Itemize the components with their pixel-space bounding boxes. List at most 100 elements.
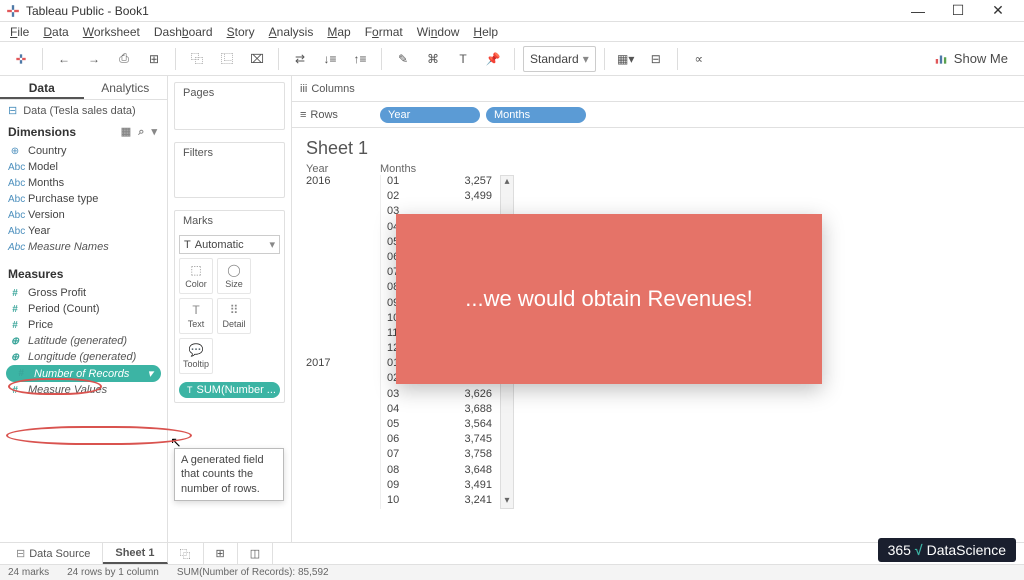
undo-button[interactable]: ←	[51, 46, 77, 72]
field-year[interactable]: AbcYear	[0, 223, 167, 239]
save-button[interactable]: ⎙	[111, 46, 137, 72]
mark-text-button[interactable]: TText	[179, 298, 213, 334]
field-type-icon: #	[8, 320, 22, 331]
table-row	[306, 236, 380, 251]
cards-button[interactable]: ⊟	[643, 46, 669, 72]
tableau-logo-button[interactable]	[8, 46, 34, 72]
table-row: 3,688	[438, 403, 498, 418]
tab-sheet1[interactable]: Sheet 1	[103, 543, 167, 564]
new-worksheet-tab[interactable]: ⿻	[168, 543, 204, 564]
field-type-icon: #	[14, 368, 28, 379]
field-latitude-(generated)[interactable]: ⊕Latitude (generated)	[0, 333, 167, 349]
datasource-item[interactable]: ⊟ Data (Tesla sales data)	[0, 100, 167, 121]
field-measure-values[interactable]: #Measure Values	[0, 382, 167, 398]
new-worksheet-button[interactable]: ⿻	[184, 46, 210, 72]
field-months[interactable]: AbcMonths	[0, 175, 167, 191]
group-button[interactable]: ⌘	[420, 46, 446, 72]
sheet-title[interactable]: Sheet 1	[292, 128, 1024, 163]
menu-worksheet[interactable]: Worksheet	[77, 23, 146, 41]
table-row: 2016	[306, 175, 380, 190]
menu-help[interactable]: Help	[467, 23, 504, 41]
row-pill-months[interactable]: Months	[486, 107, 586, 123]
field-price[interactable]: #Price	[0, 317, 167, 333]
field-type-icon: Abc	[8, 178, 22, 189]
menu-window[interactable]: Window	[411, 23, 466, 41]
columns-shelf[interactable]: iiiColumns	[292, 76, 1024, 102]
field-purchase-type[interactable]: AbcPurchase type	[0, 191, 167, 207]
showme-button[interactable]: Show Me	[926, 51, 1016, 66]
year-header[interactable]: Year	[306, 163, 380, 175]
table-row: 3,648	[438, 464, 498, 479]
menu-data[interactable]: Data	[37, 23, 74, 41]
table-row: 3,564	[438, 418, 498, 433]
sort-desc-button[interactable]: ↑≡	[347, 46, 373, 72]
new-datasource-button[interactable]: ⊞	[141, 46, 167, 72]
share-button[interactable]: ∝	[686, 46, 712, 72]
menu-caret-icon[interactable]: ▾	[151, 126, 159, 138]
field-longitude-(generated)[interactable]: ⊕Longitude (generated)	[0, 349, 167, 365]
field-number-of-records[interactable]: #Number of Records▾	[6, 365, 161, 382]
menu-format[interactable]: Format	[359, 23, 409, 41]
columns-icon: iii	[300, 83, 307, 95]
table-row: 03	[381, 388, 438, 403]
mark-type-dropdown[interactable]: TAutomatic▾	[179, 235, 280, 254]
minimize-button[interactable]: —	[898, 3, 938, 19]
field-gross-profit[interactable]: #Gross Profit	[0, 285, 167, 301]
mark-detail-button[interactable]: ⠿Detail	[217, 298, 251, 334]
presentation-button[interactable]: ▦▾	[613, 46, 639, 72]
field-model[interactable]: AbcModel	[0, 159, 167, 175]
duplicate-button[interactable]: ⿺	[214, 46, 240, 72]
menu-story[interactable]: Story	[221, 23, 261, 41]
rows-shelf[interactable]: ≡Rows YearMonths	[292, 102, 1024, 128]
labels-button[interactable]: T	[450, 46, 476, 72]
field-country[interactable]: ⊕Country	[0, 143, 167, 159]
field-type-icon: #	[8, 288, 22, 299]
fit-dropdown[interactable]: Standard▾	[523, 46, 596, 72]
table-row	[306, 297, 380, 312]
statusbar: 24 marks 24 rows by 1 column SUM(Number …	[0, 564, 1024, 580]
new-story-tab[interactable]: ◫	[238, 543, 273, 564]
pin-button[interactable]: 📌	[480, 46, 506, 72]
table-row	[306, 464, 380, 479]
close-button[interactable]: ✕	[978, 2, 1018, 19]
mark-tooltip-button[interactable]: 💬Tooltip	[179, 338, 213, 374]
search-icon[interactable]: ⌕	[138, 126, 146, 138]
menu-analysis[interactable]: Analysis	[263, 23, 320, 41]
table-row: 2017	[306, 357, 380, 372]
redo-button[interactable]: →	[81, 46, 107, 72]
field-version[interactable]: AbcVersion	[0, 207, 167, 223]
table-row: 09	[381, 479, 438, 494]
color-icon: ⬚	[190, 263, 201, 277]
detail-icon: ⠿	[230, 303, 239, 317]
view-icon[interactable]: ▦	[121, 126, 133, 138]
scroll-up-button[interactable]: ▴	[501, 176, 513, 189]
field-period-(count)[interactable]: #Period (Count)	[0, 301, 167, 317]
row-pill-year[interactable]: Year	[380, 107, 480, 123]
status-sum: SUM(Number of Records): 85,592	[177, 567, 329, 578]
pages-shelf[interactable]: Pages	[174, 82, 285, 130]
new-dashboard-tab[interactable]: ⊞	[204, 543, 238, 564]
clear-button[interactable]: ⌧	[244, 46, 270, 72]
tab-datasource[interactable]: ⊟Data Source	[4, 543, 103, 564]
table-row: 3,745	[438, 433, 498, 448]
highlight-button[interactable]: ✎	[390, 46, 416, 72]
maximize-button[interactable]: ☐	[938, 2, 978, 19]
scroll-down-button[interactable]: ▾	[501, 495, 513, 508]
table-row: 05	[381, 418, 438, 433]
sort-asc-button[interactable]: ↓≡	[317, 46, 343, 72]
field-measure-names[interactable]: AbcMeasure Names	[0, 239, 167, 255]
menu-map[interactable]: Map	[321, 23, 356, 41]
swap-button[interactable]: ⇄	[287, 46, 313, 72]
tooltip-icon: 💬	[189, 343, 204, 357]
tab-data[interactable]: Data	[0, 76, 84, 99]
menu-file[interactable]: File	[4, 23, 35, 41]
mark-size-button[interactable]: ◯Size	[217, 258, 251, 294]
months-header[interactable]: Months	[380, 163, 416, 175]
mark-color-button[interactable]: ⬚Color	[179, 258, 213, 294]
marks-text-pill[interactable]: TSUM(Number ...	[179, 382, 280, 398]
field-type-icon: #	[8, 385, 22, 396]
filters-shelf[interactable]: Filters	[174, 142, 285, 198]
menu-dashboard[interactable]: Dashboard	[148, 23, 219, 41]
measures-header: Measures	[0, 263, 167, 283]
tab-analytics[interactable]: Analytics	[84, 76, 168, 99]
